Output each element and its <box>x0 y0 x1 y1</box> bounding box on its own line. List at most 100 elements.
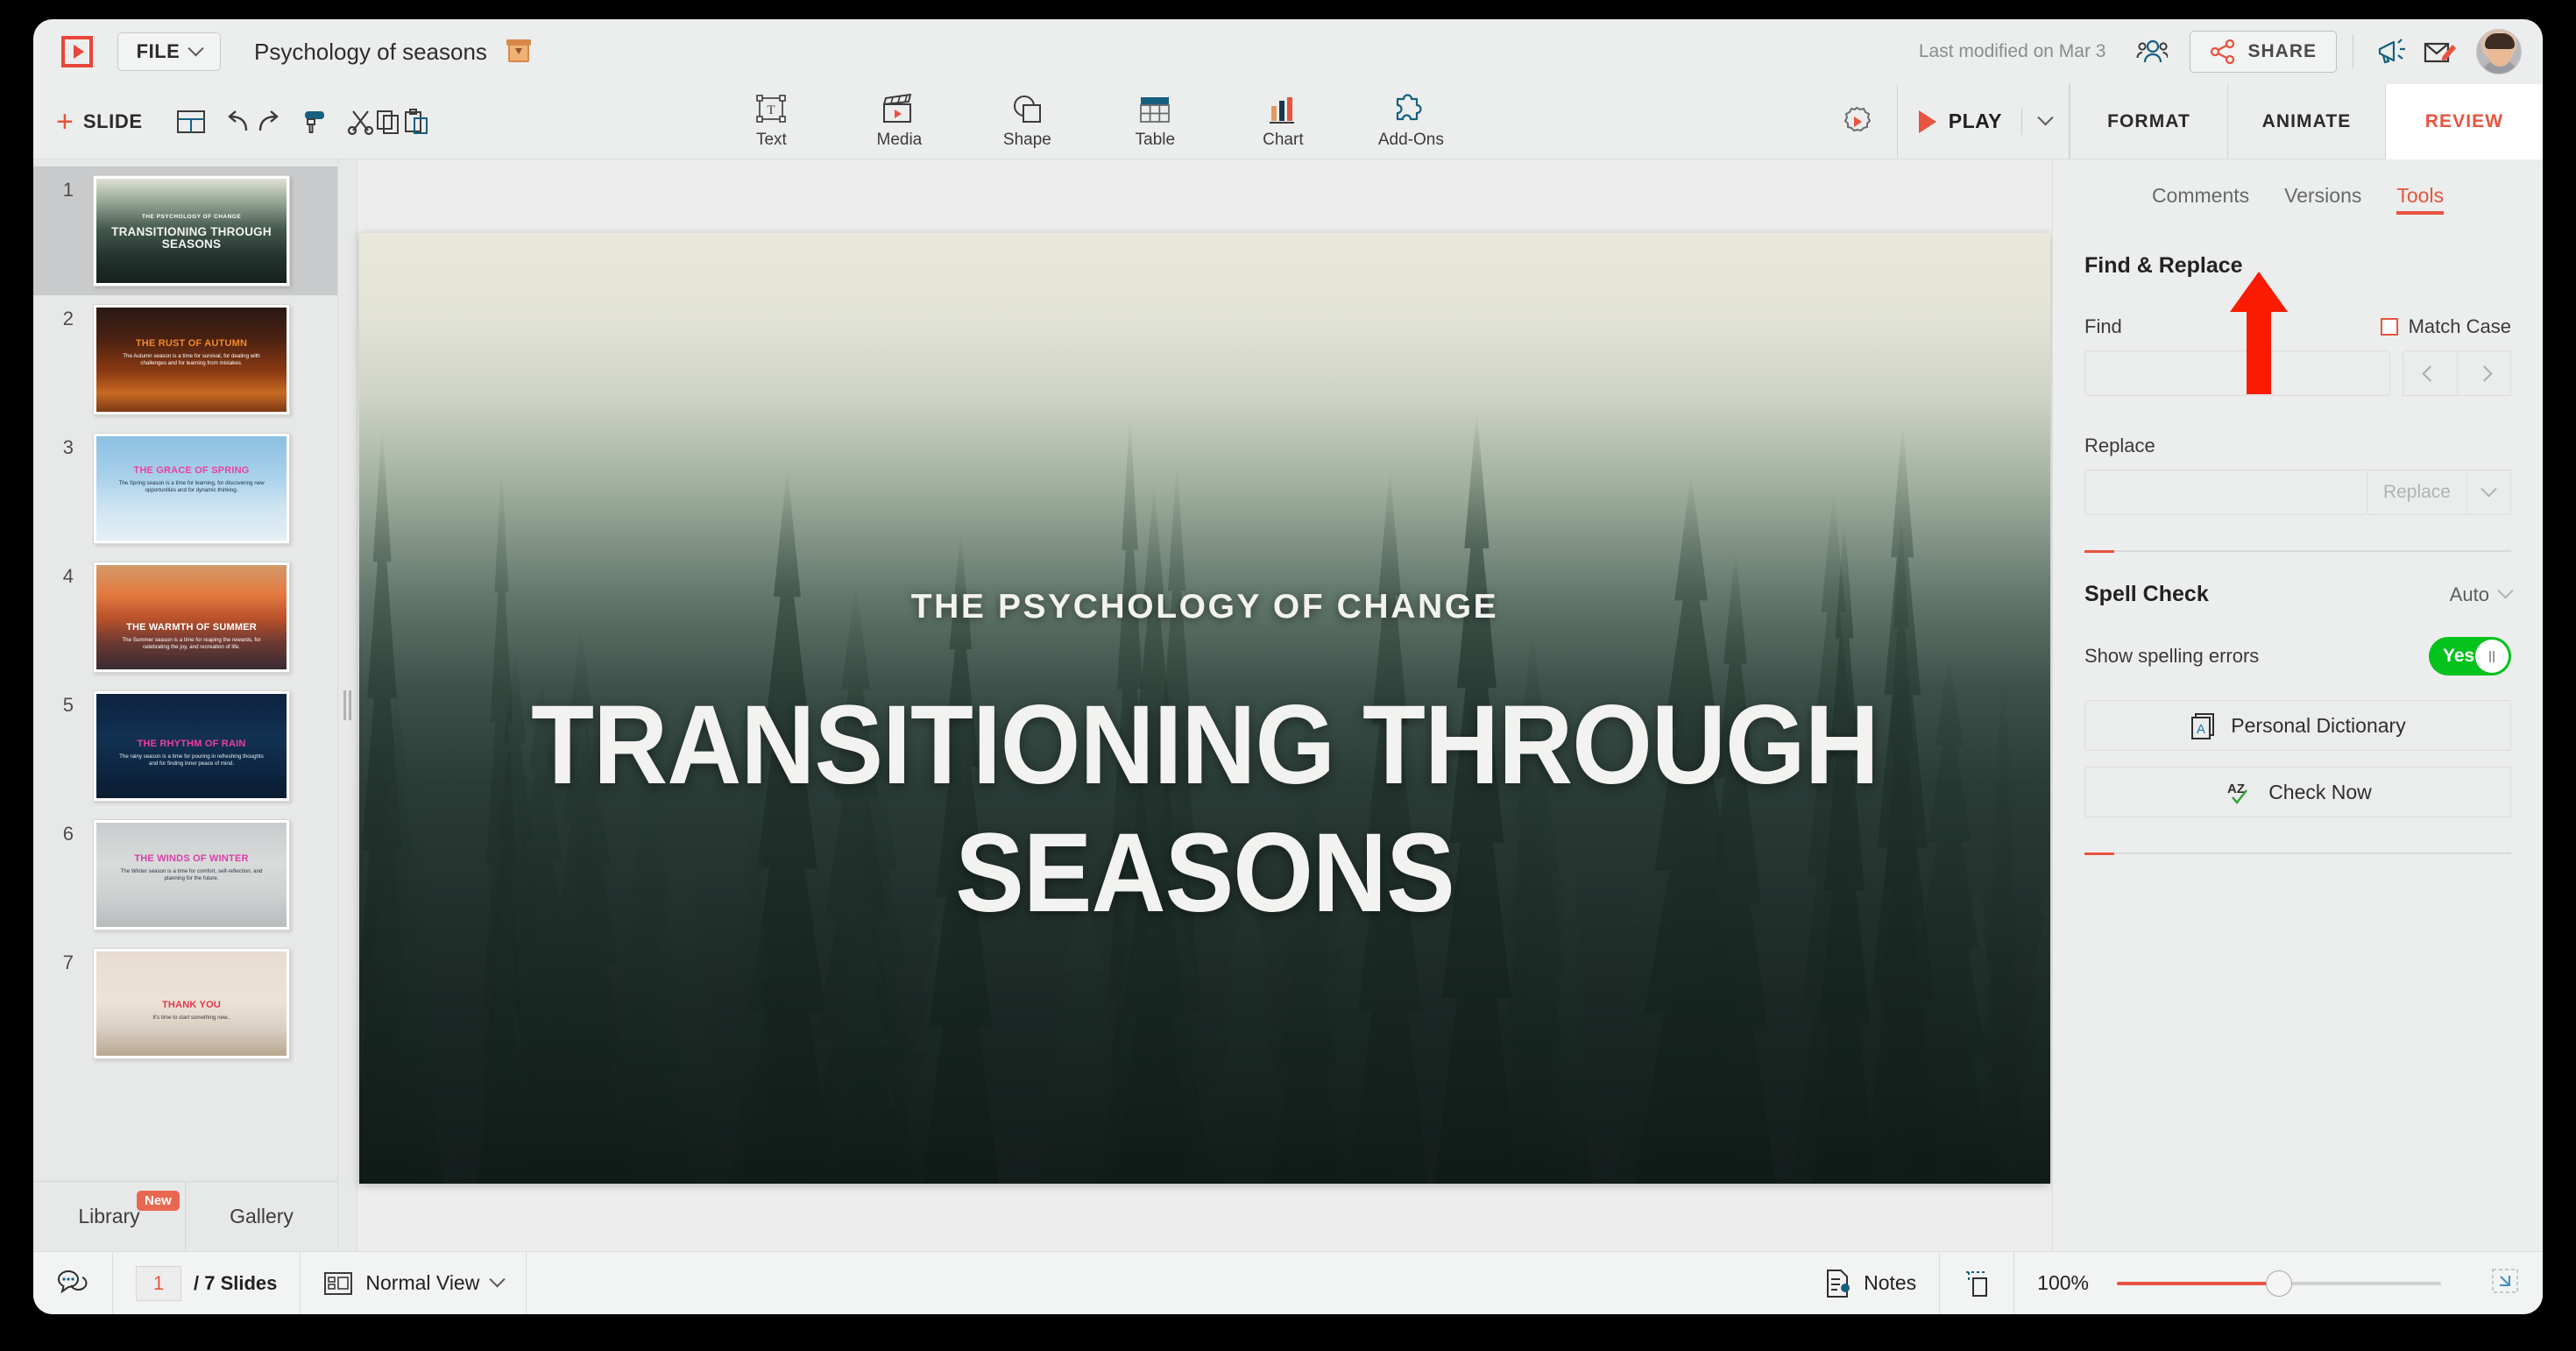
slide-thumbnail[interactable]: THE RHYTHM OF RAIN The rainy season is a … <box>93 690 290 802</box>
tab-animate[interactable]: ANIMATE <box>2227 84 2385 159</box>
find-next-button[interactable] <box>2457 350 2511 396</box>
redo-icon[interactable] <box>253 97 283 146</box>
view-mode-select[interactable]: Normal View <box>301 1252 527 1314</box>
slide-thumbnail-item[interactable]: 7 THANK YOU It's time to start something n… <box>33 939 337 1068</box>
sidebar-tab-gallery[interactable]: Gallery <box>185 1182 337 1251</box>
share-button[interactable]: SHARE <box>2190 31 2337 73</box>
insert-table-label: Table <box>1135 130 1176 149</box>
insert-table-button[interactable]: Table <box>1109 94 1200 150</box>
section-divider <box>2084 852 2511 855</box>
slide-thumbnail[interactable]: THE WINDS OF WINTER The Winter season is … <box>93 819 290 930</box>
table-icon <box>1140 96 1171 123</box>
thumbnail-subtitle: The Summer season is a time for reaping … <box>122 637 261 651</box>
notes-label: Notes <box>1864 1271 1917 1294</box>
slide-thumbnail-item[interactable]: 6 THE WINDS OF WINTER The Winter season is… <box>33 810 337 939</box>
play-label: PLAY <box>1948 110 2002 132</box>
sidebar-tab-gallery-label: Gallery <box>230 1205 294 1227</box>
slide-settings-button[interactable] <box>1816 84 1897 159</box>
slide-thumbnail[interactable]: THE RUST OF AUTUMN The Autumn season is a… <box>93 304 290 415</box>
chevron-down-icon <box>489 1271 506 1288</box>
slide-number: 2 <box>62 308 74 329</box>
insert-chart-label: Chart <box>1263 130 1304 149</box>
current-slide[interactable]: THE PSYCHOLOGY OF CHANGE TRANSITIONING T… <box>359 233 2050 1184</box>
sidebar-tab-library[interactable]: Library New <box>33 1182 185 1251</box>
slide-number: 7 <box>62 951 74 973</box>
slide-thumbnail[interactable]: THANK YOU It's time to start something ne… <box>93 948 290 1059</box>
find-previous-button[interactable] <box>2403 350 2457 396</box>
insert-chart-button[interactable]: Chart <box>1237 94 1328 150</box>
format-painter-icon[interactable] <box>301 97 329 146</box>
layout-icon[interactable] <box>176 97 206 146</box>
personal-dictionary-button[interactable]: A Personal Dictionary <box>2084 700 2511 751</box>
app-logo-icon[interactable] <box>60 34 95 69</box>
slide-counter: 1 / 7 Slides <box>113 1252 301 1314</box>
status-bar: 1 / 7 Slides Normal View Notes 100% <box>33 1251 2543 1314</box>
find-replace-section: Find & Replace Find Match Case Replace R… <box>2053 253 2543 553</box>
file-menu-button[interactable]: FILE <box>117 32 221 71</box>
subtab-versions[interactable]: Versions <box>2284 184 2361 215</box>
chevron-right-icon <box>2475 364 2493 382</box>
fit-to-slide-button[interactable] <box>1940 1252 2015 1314</box>
check-now-button[interactable]: AZ Check Now <box>2084 767 2511 817</box>
thumbnail-subtitle: The Autumn season is a time for survival… <box>123 353 260 367</box>
add-slide-button[interactable]: + SLIDE <box>56 107 159 137</box>
replace-input[interactable] <box>2084 470 2367 515</box>
dictionary-icon: A <box>2191 713 2215 739</box>
expand-icon <box>2492 1269 2518 1293</box>
sidebar-resize-handle[interactable] <box>338 159 357 1251</box>
play-button[interactable]: PLAY <box>1896 84 2070 159</box>
insert-text-button[interactable]: T Text <box>725 94 817 150</box>
notes-button[interactable]: Notes <box>1801 1252 1941 1314</box>
replace-options-button[interactable] <box>2467 470 2511 515</box>
insert-shape-button[interactable]: Shape <box>981 94 1072 150</box>
spell-check-mode-select[interactable]: Auto <box>2450 583 2514 606</box>
insert-media-button[interactable]: Media <box>853 93 945 150</box>
zoom-slider-knob[interactable] <box>2266 1270 2292 1297</box>
fullscreen-button[interactable] <box>2490 1267 2520 1299</box>
slide-title-text[interactable]: TRANSITIONING THROUGH SEASONS <box>499 682 1910 937</box>
slide-thumbnail-item[interactable]: 4 THE WARMTH OF SUMMER The Summer season i… <box>33 553 337 682</box>
collaborators-icon[interactable] <box>2128 28 2176 75</box>
section-divider <box>2084 550 2511 553</box>
find-input[interactable] <box>2084 350 2390 396</box>
show-spelling-errors-toggle[interactable]: Yes <box>2429 637 2511 676</box>
insert-shape-label: Shape <box>1002 130 1051 149</box>
play-icon <box>1918 110 1936 133</box>
slide-thumbnail[interactable]: THE PSYCHOLOGY OF CHANGE TRANSITIONING TH… <box>93 175 290 286</box>
subtab-comments[interactable]: Comments <box>2152 184 2249 215</box>
announcement-megaphone-icon[interactable] <box>2369 28 2417 75</box>
comments-button[interactable] <box>33 1252 113 1314</box>
match-case-checkbox[interactable] <box>2380 318 2398 336</box>
find-label: Find <box>2084 315 2122 337</box>
slide-thumbnail-item[interactable]: 5 THE RHYTHM OF RAIN The rainy season is a… <box>33 682 337 810</box>
replace-button[interactable]: Replace <box>2367 470 2467 515</box>
zoom-slider[interactable] <box>2117 1270 2441 1297</box>
document-title[interactable]: Psychology of seasons <box>254 39 487 66</box>
zoom-controls: 100% <box>2014 1252 2543 1314</box>
insert-addons-button[interactable]: Add-Ons <box>1365 93 1456 150</box>
compose-feedback-icon[interactable] <box>2417 28 2464 75</box>
slide-sidebar: 1 THE PSYCHOLOGY OF CHANGE TRANSITIONING T… <box>33 159 338 1251</box>
total-slides-label: / 7 Slides <box>194 1271 278 1294</box>
slide-thumbnail[interactable]: THE GRACE OF SPRING The Spring season is … <box>93 433 290 544</box>
chevron-down-icon[interactable] <box>2037 110 2054 126</box>
find-input-row <box>2084 350 2511 396</box>
check-now-label: Check Now <box>2268 780 2372 803</box>
undo-icon[interactable] <box>223 97 253 146</box>
thumbnail-title: THE RHYTHM OF RAIN <box>137 739 246 749</box>
slide-canvas-area[interactable]: THE PSYCHOLOGY OF CHANGE TRANSITIONING T… <box>357 159 2052 1251</box>
slide-thumbnail-item[interactable]: 3 THE GRACE OF SPRING The Spring season is… <box>33 424 337 553</box>
user-avatar[interactable] <box>2476 29 2522 74</box>
slide-thumbnail-item[interactable]: 2 THE RUST OF AUTUMN The Autumn season is … <box>33 295 337 424</box>
tab-review[interactable]: REVIEW <box>2385 84 2543 159</box>
slide-thumbnail-item[interactable]: 1 THE PSYCHOLOGY OF CHANGE TRANSITIONING T… <box>33 166 337 295</box>
main-body: 1 THE PSYCHOLOGY OF CHANGE TRANSITIONING T… <box>33 159 2543 1251</box>
tab-format[interactable]: FORMAT <box>2070 84 2227 159</box>
slide-kicker-text[interactable]: THE PSYCHOLOGY OF CHANGE <box>359 588 2050 626</box>
subtab-tools[interactable]: Tools <box>2396 184 2444 215</box>
slide-thumbnail[interactable]: THE WARMTH OF SUMMER The Summer season is… <box>93 562 290 673</box>
thumbnail-subtitle: It's time to start something new.. <box>152 1015 230 1021</box>
slide-thumbnail-list[interactable]: 1 THE PSYCHOLOGY OF CHANGE TRANSITIONING T… <box>33 159 337 1181</box>
file-menu-label: FILE <box>136 40 180 62</box>
current-slide-input[interactable]: 1 <box>136 1265 181 1301</box>
